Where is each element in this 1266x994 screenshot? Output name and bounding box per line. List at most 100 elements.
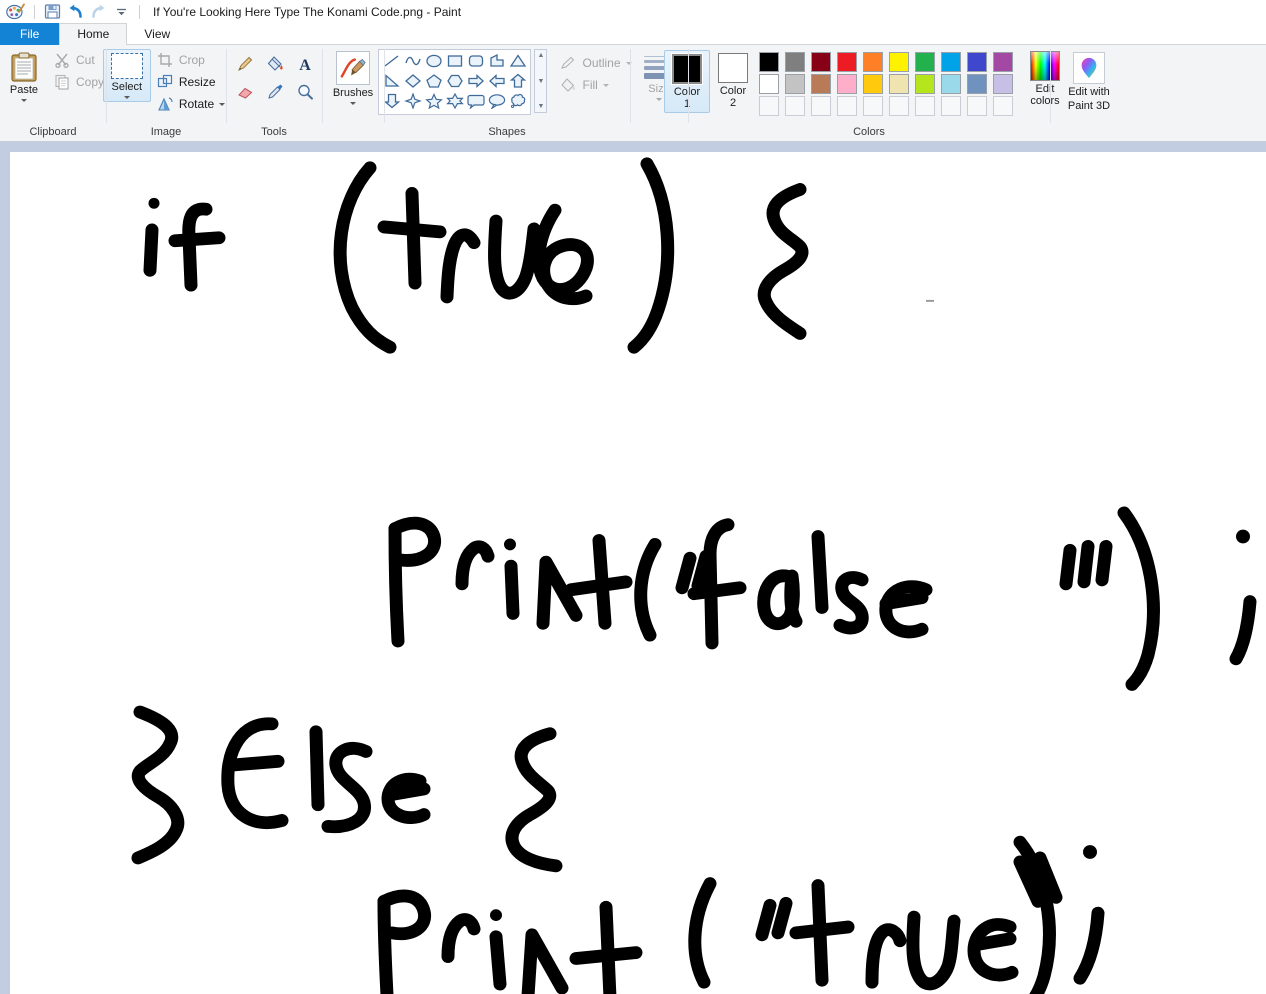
hexagon-shape-icon[interactable] (446, 73, 464, 92)
brushes-caret-icon[interactable] (350, 102, 356, 105)
palette-swatch[interactable] (915, 74, 935, 94)
palette-swatch[interactable] (759, 74, 779, 94)
palette-swatch[interactable] (837, 52, 857, 72)
cut-button[interactable]: Cut (50, 49, 108, 71)
palette-swatch-empty[interactable] (837, 96, 857, 116)
paste-label: Paste (9, 84, 39, 96)
copy-button[interactable]: Copy (50, 71, 108, 93)
text-icon[interactable]: A (296, 55, 313, 74)
palette-swatch[interactable] (863, 74, 883, 94)
oval-shape-icon[interactable] (425, 53, 443, 72)
up-arrow-shape-icon[interactable] (509, 73, 527, 92)
palette-swatch[interactable] (863, 52, 883, 72)
polygon-shape-icon[interactable] (488, 53, 506, 72)
palette-swatch[interactable] (967, 74, 987, 94)
diamond-shape-icon[interactable] (404, 73, 422, 92)
triangle-shape-icon[interactable] (509, 53, 527, 72)
color-2-label-line2: 2 (729, 97, 737, 109)
ribbon-tabs: File Home View (0, 23, 1266, 45)
palette-swatch[interactable] (837, 74, 857, 94)
fill-button[interactable]: Fill (556, 74, 635, 96)
tools-group-label: Tools (261, 126, 287, 138)
tab-file[interactable]: File (0, 23, 60, 45)
line-shape-icon[interactable] (383, 53, 401, 72)
palette-swatch[interactable] (993, 52, 1013, 72)
expand-gallery-icon[interactable]: ▼ (538, 103, 545, 110)
palette-swatch[interactable] (811, 74, 831, 94)
save-icon[interactable] (44, 3, 61, 20)
color-palette (756, 51, 1016, 117)
left-arrow-shape-icon[interactable] (488, 73, 506, 92)
color-1-button[interactable]: Color 1 (664, 50, 710, 113)
select-caret-icon[interactable] (123, 96, 130, 99)
customize-quick-access-caret-icon[interactable] (113, 3, 130, 20)
color-1-label-line2: 1 (683, 98, 691, 110)
palette-swatch-empty[interactable] (967, 96, 987, 116)
palette-swatch-empty[interactable] (863, 96, 883, 116)
palette-swatch[interactable] (811, 52, 831, 72)
rotate-button[interactable]: Rotate (153, 93, 229, 115)
pentagon-shape-icon[interactable] (425, 73, 443, 92)
tab-home[interactable]: Home (59, 23, 128, 45)
palette-swatch-empty[interactable] (811, 96, 831, 116)
palette-swatch-empty[interactable] (993, 96, 1013, 116)
tab-view[interactable]: View (127, 23, 187, 45)
crop-button[interactable]: Crop (153, 49, 229, 71)
brushes-button[interactable]: Brushes (333, 49, 373, 105)
four-point-star-shape-icon[interactable] (404, 91, 422, 112)
shapes-gallery (378, 49, 532, 115)
drawing-canvas[interactable] (10, 152, 1266, 994)
fill-caret-icon[interactable] (602, 83, 609, 87)
palette-swatch[interactable] (759, 52, 779, 72)
shapes-gallery-scrollbar[interactable]: ▲ ▼ ▼ (534, 49, 548, 113)
undo-icon[interactable] (67, 3, 84, 20)
six-point-star-shape-icon[interactable] (446, 92, 464, 112)
palette-swatch[interactable] (941, 52, 961, 72)
palette-swatch[interactable] (785, 52, 805, 72)
color-picker-icon[interactable] (266, 83, 283, 100)
fill-with-color-icon[interactable] (266, 55, 283, 72)
color-2-label-line1: Color (719, 85, 747, 97)
down-arrow-shape-icon[interactable] (383, 93, 401, 112)
paste-caret-icon[interactable] (21, 99, 27, 102)
palette-swatch-empty[interactable] (889, 96, 909, 116)
paint-window: If You're Looking Here Type The Konami C… (0, 0, 1266, 994)
palette-swatch[interactable] (889, 74, 909, 94)
paint-3d-icon (1073, 52, 1105, 84)
paste-button[interactable]: Paste (0, 49, 50, 102)
right-triangle-shape-icon[interactable] (383, 73, 401, 92)
five-point-star-shape-icon[interactable] (425, 92, 443, 112)
rectangle-shape-icon[interactable] (446, 53, 464, 72)
paint-logo-icon (6, 3, 25, 20)
select-button[interactable]: Select (102, 49, 151, 102)
palette-swatch[interactable] (967, 52, 987, 72)
scroll-down-icon[interactable]: ▼ (538, 78, 545, 85)
palette-swatch[interactable] (785, 74, 805, 94)
palette-swatch[interactable] (993, 74, 1013, 94)
rounded-rectangle-shape-icon[interactable] (467, 53, 485, 72)
palette-swatch[interactable] (889, 52, 909, 72)
rotate-caret-icon[interactable] (219, 102, 226, 106)
palette-swatch-empty[interactable] (785, 96, 805, 116)
outline-button[interactable]: Outline (556, 52, 635, 74)
palette-swatch[interactable] (915, 52, 935, 72)
palette-swatch[interactable] (941, 74, 961, 94)
oval-callout-shape-icon[interactable] (488, 93, 506, 112)
scroll-up-icon[interactable]: ▲ (538, 52, 545, 59)
palette-swatch-empty[interactable] (941, 96, 961, 116)
curve-shape-icon[interactable] (404, 53, 422, 72)
rounded-callout-shape-icon[interactable] (467, 93, 485, 112)
palette-swatch-empty[interactable] (915, 96, 935, 116)
color-1-swatch (671, 53, 703, 85)
size-caret-icon[interactable] (656, 98, 662, 101)
color-2-button[interactable]: Color 2 (710, 50, 756, 111)
magnifier-icon[interactable] (296, 83, 313, 100)
cloud-callout-shape-icon[interactable] (509, 93, 527, 112)
eraser-icon[interactable] (236, 83, 253, 100)
edit-with-paint-3d-button[interactable]: Edit with Paint 3D (1056, 49, 1122, 112)
redo-icon (90, 3, 107, 20)
right-arrow-shape-icon[interactable] (467, 73, 485, 92)
resize-button[interactable]: Resize (153, 71, 229, 93)
palette-swatch-empty[interactable] (759, 96, 779, 116)
pencil-icon[interactable] (236, 55, 253, 72)
